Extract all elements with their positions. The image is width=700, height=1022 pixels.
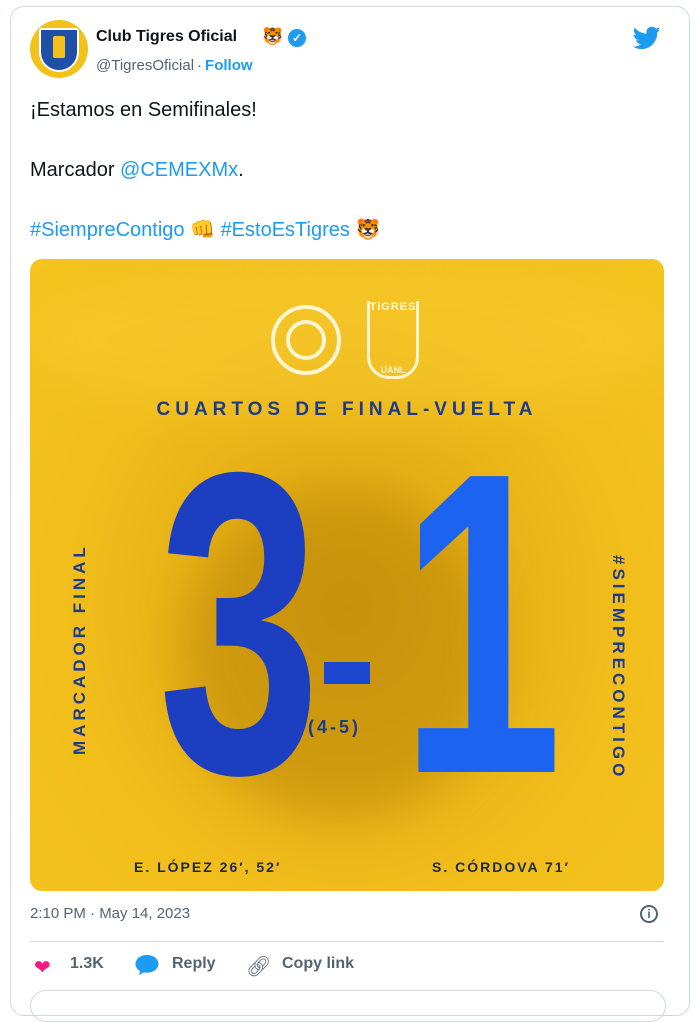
account-name[interactable]: Club Tigres Oficial [96,28,237,46]
copy-link-button[interactable]: Copy link [282,955,354,973]
follow-button[interactable]: Follow [205,57,253,74]
tweet-timestamp[interactable]: 2:10 PM · May 14, 2023 [30,905,190,922]
account-handle[interactable]: @TigresOficial [96,57,194,74]
tweet-line-1: ¡Estamos en Semifinales! [30,99,257,121]
twitter-bird-icon[interactable] [630,24,664,52]
verified-badge-icon: ✓ [288,29,306,47]
account-handle-row: @TigresOficial · Follow [96,57,253,74]
avatar[interactable] [30,20,88,78]
link-icon[interactable]: 🔗︎ [246,954,271,979]
tigres-logo-sub: UANL [380,365,406,375]
tweet-hashtags: #SiempreContigo 👊 #EstoEsTigres 🐯 [30,217,380,242]
like-count[interactable]: 1.3K [70,955,104,973]
tigres-logo-label: TIGRES [369,301,417,313]
score-dash [324,662,370,684]
scorer-right: S. CÓRDOVA 71′ [432,859,570,875]
hashtag-vertical: #SIEMPRECONTIGO [609,555,628,781]
tigres-shield-icon [39,28,79,72]
reply-button[interactable]: Reply [172,955,216,973]
hashtag-siemprecontigo[interactable]: #SiempreContigo [30,219,185,241]
read-replies-button[interactable] [30,990,666,1022]
reply-icon[interactable] [134,954,160,976]
aggregate-score: (4-5) [308,717,362,737]
hashtag-estoestigres[interactable]: #EstoEsTigres [221,219,350,241]
tweet-text-end: . [238,159,244,181]
separator: · [197,57,203,74]
info-icon[interactable]: i [640,905,658,923]
toluca-logo-icon [271,305,341,375]
match-stage: CUARTOS DE FINAL-VUELTA [156,399,538,420]
scorer-left: E. LÓPEZ 26′, 52′ [134,859,282,875]
away-score: 1 [400,384,563,864]
mention-link[interactable]: @CEMEXMx [120,159,238,181]
tweet-text: Marcador [30,159,121,181]
fist-emoji-icon: 👊 [190,219,215,241]
photo-blur-top [30,259,664,419]
divider [30,941,664,942]
heart-icon[interactable]: ❤ [34,955,51,980]
tiger-emoji-icon: 🐯 [355,219,381,241]
tweet-image[interactable]: TIGRES UANL CUARTOS DE FINAL-VUELTA 3 1 … [30,259,664,891]
tweet-line-2: Marcador @CEMEXMx. [30,159,244,182]
tiger-emoji-icon: 🐯 [262,27,284,46]
home-score: 3 [158,384,321,864]
final-score-label: MARCADOR FINAL [70,543,89,755]
